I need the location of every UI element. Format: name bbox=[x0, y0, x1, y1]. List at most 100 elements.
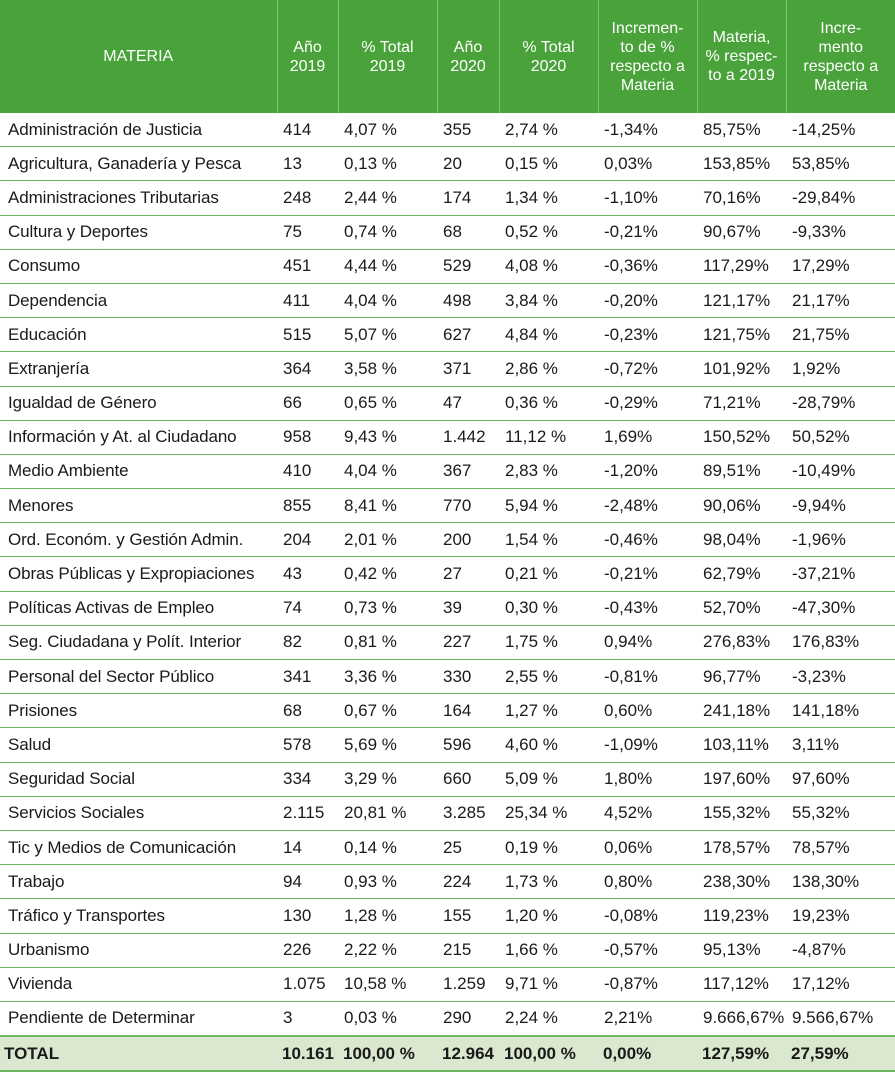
row-value: 0,42 % bbox=[338, 556, 437, 592]
row-value: 1,92% bbox=[786, 351, 895, 387]
row-value: 89,51% bbox=[697, 454, 786, 490]
row-value: 2.115 bbox=[277, 796, 338, 831]
row-value: 0,67 % bbox=[338, 693, 437, 729]
row-value: 178,57% bbox=[697, 830, 786, 866]
row-value: 200 bbox=[437, 522, 499, 558]
row-value: 74 bbox=[277, 591, 338, 626]
row-value: -29,84% bbox=[786, 180, 895, 216]
row-value: 4,04 % bbox=[338, 283, 437, 319]
row-value: 55,32% bbox=[786, 796, 895, 831]
table-body: Administración de Justicia 414 4,07 % 355 2,… bbox=[0, 113, 895, 1037]
table-row: Políticas Activas de Empleo 74 0,73 % 39 0,3… bbox=[0, 591, 895, 626]
row-value: 0,21 % bbox=[499, 556, 598, 592]
row-value: 101,92% bbox=[697, 351, 786, 387]
row-value: -1,96% bbox=[786, 522, 895, 558]
row-value: -2,48% bbox=[598, 488, 697, 524]
row-value: 13 bbox=[277, 146, 338, 182]
row-value: 94 bbox=[277, 864, 338, 900]
row-value: -1,09% bbox=[598, 727, 697, 763]
row-materia: Cultura y Deportes bbox=[0, 215, 277, 250]
row-value: -4,87% bbox=[786, 933, 895, 968]
header-line: Año bbox=[293, 38, 322, 56]
table-row: Consumo 451 4,44 % 529 4,08 % -0,36% 117,29% 17… bbox=[0, 249, 895, 284]
row-value: 276,83% bbox=[697, 625, 786, 661]
row-materia: Información y At. al Ciudadano bbox=[0, 420, 277, 455]
table-row: Menores 855 8,41 % 770 5,94 % -2,48% 90,06% -9,… bbox=[0, 488, 895, 524]
row-value: 4,84 % bbox=[499, 317, 598, 353]
row-value: 0,14 % bbox=[338, 830, 437, 866]
row-value: 364 bbox=[277, 351, 338, 387]
row-materia: Ord. Económ. y Gestión Admin. bbox=[0, 522, 277, 558]
row-materia: Pendiente de Determinar bbox=[0, 1001, 277, 1037]
row-value: 227 bbox=[437, 625, 499, 661]
row-value: 355 bbox=[437, 113, 499, 148]
row-value: -0,23% bbox=[598, 317, 697, 353]
row-value: 78,57% bbox=[786, 830, 895, 866]
row-value: 5,69 % bbox=[338, 727, 437, 763]
row-value: 0,15 % bbox=[499, 146, 598, 182]
row-value: 451 bbox=[277, 249, 338, 284]
row-value: 1,66 % bbox=[499, 933, 598, 968]
row-value: 855 bbox=[277, 488, 338, 524]
row-value: 0,80% bbox=[598, 864, 697, 900]
row-value: 25,34 % bbox=[499, 796, 598, 831]
row-value: -0,21% bbox=[598, 215, 697, 250]
table-row: Pendiente de Determinar 3 0,03 % 290 2,24 % 2… bbox=[0, 1001, 895, 1037]
header-line: 2020 bbox=[450, 57, 486, 75]
row-materia: Salud bbox=[0, 727, 277, 763]
row-materia: Seguridad Social bbox=[0, 762, 277, 797]
row-value: -47,30% bbox=[786, 591, 895, 626]
table-row: Seguridad Social 334 3,29 % 660 5,09 % 1,80% 1… bbox=[0, 762, 895, 797]
row-value: 117,29% bbox=[697, 249, 786, 284]
row-value: -0,57% bbox=[598, 933, 697, 968]
row-materia: Administración de Justicia bbox=[0, 113, 277, 148]
row-value: 27 bbox=[437, 556, 499, 592]
row-value: 17,29% bbox=[786, 249, 895, 284]
row-value: -37,21% bbox=[786, 556, 895, 592]
row-value: 82 bbox=[277, 625, 338, 661]
table-row: Agricultura, Ganadería y Pesca 13 0,13 % 20… bbox=[0, 146, 895, 182]
row-value: 155,32% bbox=[697, 796, 786, 831]
table-row: Información y At. al Ciudadano 958 9,43 % 1… bbox=[0, 420, 895, 455]
row-value: 5,09 % bbox=[499, 762, 598, 797]
row-value: -28,79% bbox=[786, 386, 895, 421]
row-materia: Personal del Sector Público bbox=[0, 659, 277, 695]
row-value: 1.259 bbox=[437, 967, 499, 1002]
header-line: % Total bbox=[361, 38, 414, 56]
row-value: 498 bbox=[437, 283, 499, 319]
row-value: 1,27 % bbox=[499, 693, 598, 729]
row-value: 121,17% bbox=[697, 283, 786, 319]
row-value: 138,30% bbox=[786, 864, 895, 900]
row-value: 371 bbox=[437, 351, 499, 387]
header-cell: % Total 2019 bbox=[338, 0, 438, 113]
header-line: Incremen- bbox=[611, 19, 684, 37]
row-value: 1,80% bbox=[598, 762, 697, 797]
row-value: 596 bbox=[437, 727, 499, 763]
row-value: 0,13 % bbox=[338, 146, 437, 182]
row-value: 1.442 bbox=[437, 420, 499, 455]
total-row: TOTAL 10.161 100,00 % 12.964 100,00 % 0,00% 12… bbox=[0, 1035, 895, 1073]
table-row: Urbanismo 226 2,22 % 215 1,66 % -0,57% 95,13% -… bbox=[0, 933, 895, 968]
row-value: -10,49% bbox=[786, 454, 895, 490]
row-value: 103,11% bbox=[697, 727, 786, 763]
header-cell: Materia, % respec-to a 2019 bbox=[697, 0, 787, 113]
header-cell: % Total 2020 bbox=[499, 0, 599, 113]
row-value: 14 bbox=[277, 830, 338, 866]
row-value: 75 bbox=[277, 215, 338, 250]
row-value: 96,77% bbox=[697, 659, 786, 695]
row-value: 95,13% bbox=[697, 933, 786, 968]
header-line: to de % bbox=[620, 38, 675, 56]
row-value: 224 bbox=[437, 864, 499, 900]
row-value: -0,87% bbox=[598, 967, 697, 1002]
row-value: -0,08% bbox=[598, 898, 697, 934]
row-value: 3 bbox=[277, 1001, 338, 1037]
table-row: Vivienda 1.075 10,58 % 1.259 9,71 % -0,87% 117… bbox=[0, 967, 895, 1002]
row-value: 2,74 % bbox=[499, 113, 598, 148]
row-value: -14,25% bbox=[786, 113, 895, 148]
row-value: 238,30% bbox=[697, 864, 786, 900]
table-row: Dependencia 411 4,04 % 498 3,84 % -0,20% 121,1… bbox=[0, 283, 895, 319]
row-value: 17,12% bbox=[786, 967, 895, 1002]
row-value: 68 bbox=[437, 215, 499, 250]
table-row: Servicios Sociales 2.115 20,81 % 3.285 25,34… bbox=[0, 796, 895, 831]
row-value: 62,79% bbox=[697, 556, 786, 592]
